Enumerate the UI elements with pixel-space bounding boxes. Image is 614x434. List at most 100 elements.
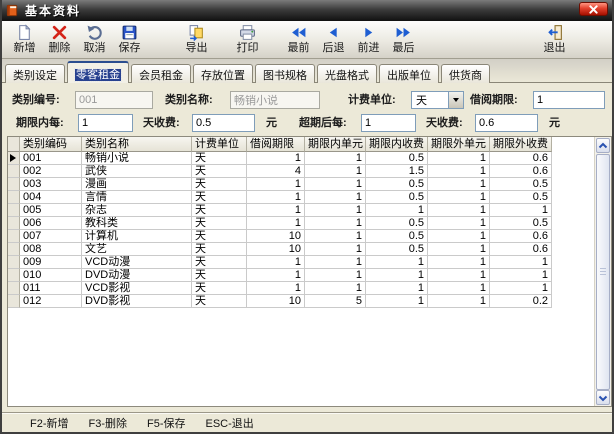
column-header[interactable]: 类别名称 <box>82 137 192 152</box>
tab-category-setting[interactable]: 类别设定 <box>5 64 65 83</box>
tab-disc-format[interactable]: 光盘格式 <box>317 64 377 83</box>
column-header[interactable]: 类别编码 <box>20 137 82 152</box>
column-header[interactable]: 期限内收费 <box>366 137 428 152</box>
table-cell: 1 <box>247 191 305 204</box>
row-indicator <box>8 295 20 308</box>
overdue-per-label: 超期后每: <box>299 114 347 132</box>
table-cell: 天 <box>192 204 247 217</box>
table-cell: 1 <box>247 178 305 191</box>
current-row-arrow-icon <box>10 154 16 162</box>
button-label: 删除 <box>49 41 71 55</box>
borrow-period-field[interactable] <box>533 91 605 109</box>
table-row[interactable]: 009VCD动漫天11111 <box>8 256 611 269</box>
table-row[interactable]: 011VCD影视天11111 <box>8 282 611 295</box>
column-header[interactable]: 期限外收费 <box>490 137 552 152</box>
close-icon <box>589 5 598 14</box>
export-button[interactable]: 导出 <box>179 21 214 55</box>
first-button[interactable]: 最前 <box>281 21 316 55</box>
toolbar: 新增 删除 取消 保存 <box>2 21 612 59</box>
table-cell: 1 <box>305 282 366 295</box>
table-cell: 0.6 <box>490 152 552 165</box>
table-row[interactable]: 006教科类天110.510.5 <box>8 217 611 230</box>
table-cell: 1 <box>366 256 428 269</box>
table-row[interactable]: 005杂志天11111 <box>8 204 611 217</box>
category-name-label: 类别名称: <box>165 91 213 109</box>
table-row[interactable]: 008文艺天1010.510.6 <box>8 243 611 256</box>
table-cell: 1 <box>490 256 552 269</box>
window-title: 基本资料 <box>25 2 81 19</box>
status-bar: F2-新增 F3-删除 F5-保存 ESC-退出 <box>2 412 612 432</box>
table-cell: 1 <box>366 269 428 282</box>
within-fee-field[interactable] <box>192 114 255 132</box>
table-cell: 1 <box>305 230 366 243</box>
new-button[interactable]: 新增 <box>7 21 42 55</box>
tab-walk-in-rent[interactable]: 零客租金 <box>67 61 129 83</box>
tab-storage-location[interactable]: 存放位置 <box>193 64 253 83</box>
table-cell: 天 <box>192 152 247 165</box>
category-no-field[interactable] <box>75 91 153 109</box>
table-cell: 天 <box>192 230 247 243</box>
overdue-fee-field[interactable] <box>475 114 538 132</box>
cancel-button[interactable]: 取消 <box>77 21 112 55</box>
table-cell: 天 <box>192 295 247 308</box>
printer-icon <box>239 24 256 41</box>
back-button[interactable]: 后退 <box>316 21 351 55</box>
forward-button[interactable]: 前进 <box>351 21 386 55</box>
close-button[interactable] <box>579 2 608 16</box>
exit-door-icon <box>546 24 563 41</box>
table-cell: 1 <box>305 256 366 269</box>
category-name-field[interactable] <box>230 91 320 109</box>
delete-button[interactable]: 删除 <box>42 21 77 55</box>
exit-button[interactable]: 退出 <box>537 21 572 55</box>
table-row[interactable]: 001畅销小说天110.510.6 <box>8 152 611 165</box>
table-row[interactable]: 004言情天110.510.5 <box>8 191 611 204</box>
app-window: 基本资料 新增 删除 取消 <box>0 0 614 434</box>
table-cell: 1 <box>305 191 366 204</box>
scroll-up-button[interactable] <box>596 138 610 153</box>
last-button[interactable]: 最后 <box>386 21 421 55</box>
dropdown-button[interactable] <box>448 92 463 108</box>
chevron-up-icon <box>598 142 608 150</box>
table-cell: 1 <box>428 282 490 295</box>
table-cell: 1 <box>247 217 305 230</box>
table-cell: 1 <box>305 178 366 191</box>
table-cell: 007 <box>20 230 82 243</box>
shortcut-hint-exit: ESC-退出 <box>206 415 254 431</box>
table-cell: 1 <box>428 178 490 191</box>
column-header[interactable]: 借阅期限 <box>247 137 305 152</box>
borrow-period-label: 借阅期限: <box>470 91 518 109</box>
tab-publisher[interactable]: 出版单位 <box>379 64 439 83</box>
table-cell: 1 <box>305 165 366 178</box>
table-row[interactable]: 003漫画天110.510.5 <box>8 178 611 191</box>
within-per-field[interactable] <box>78 114 133 132</box>
save-button[interactable]: 保存 <box>112 21 147 55</box>
button-label: 最后 <box>393 41 415 55</box>
vertical-scrollbar[interactable] <box>594 137 611 406</box>
scroll-down-button[interactable] <box>596 390 610 405</box>
table-cell: 008 <box>20 243 82 256</box>
row-indicator <box>8 178 20 191</box>
column-header[interactable]: 计费单位 <box>192 137 247 152</box>
within-fee-label: 天收费: <box>143 114 180 132</box>
table-cell: 0.5 <box>490 191 552 204</box>
column-header[interactable]: 期限内单元 <box>305 137 366 152</box>
table-cell: 0.5 <box>490 217 552 230</box>
tab-member-rent[interactable]: 会员租金 <box>131 64 191 83</box>
tab-book-spec[interactable]: 图书规格 <box>255 64 315 83</box>
print-button[interactable]: 打印 <box>230 21 265 55</box>
table-row[interactable]: 002武侠天411.510.6 <box>8 165 611 178</box>
table-cell: 010 <box>20 269 82 282</box>
table-row[interactable]: 007计算机天1010.510.6 <box>8 230 611 243</box>
column-header[interactable]: 期限外单元 <box>428 137 490 152</box>
table-row[interactable]: 010DVD动漫天11111 <box>8 269 611 282</box>
billing-unit-value: 天 <box>412 92 448 108</box>
billing-unit-label: 计费单位: <box>348 91 396 109</box>
scrollbar-thumb[interactable] <box>596 154 610 390</box>
tab-supplier[interactable]: 供货商 <box>441 64 490 83</box>
table-cell: 天 <box>192 191 247 204</box>
overdue-per-field[interactable] <box>361 114 416 132</box>
table-cell: VCD影视 <box>82 282 192 295</box>
table-cell: 天 <box>192 243 247 256</box>
billing-unit-select[interactable]: 天 <box>411 91 464 109</box>
table-row[interactable]: 012DVD影视天105110.2 <box>8 295 611 308</box>
